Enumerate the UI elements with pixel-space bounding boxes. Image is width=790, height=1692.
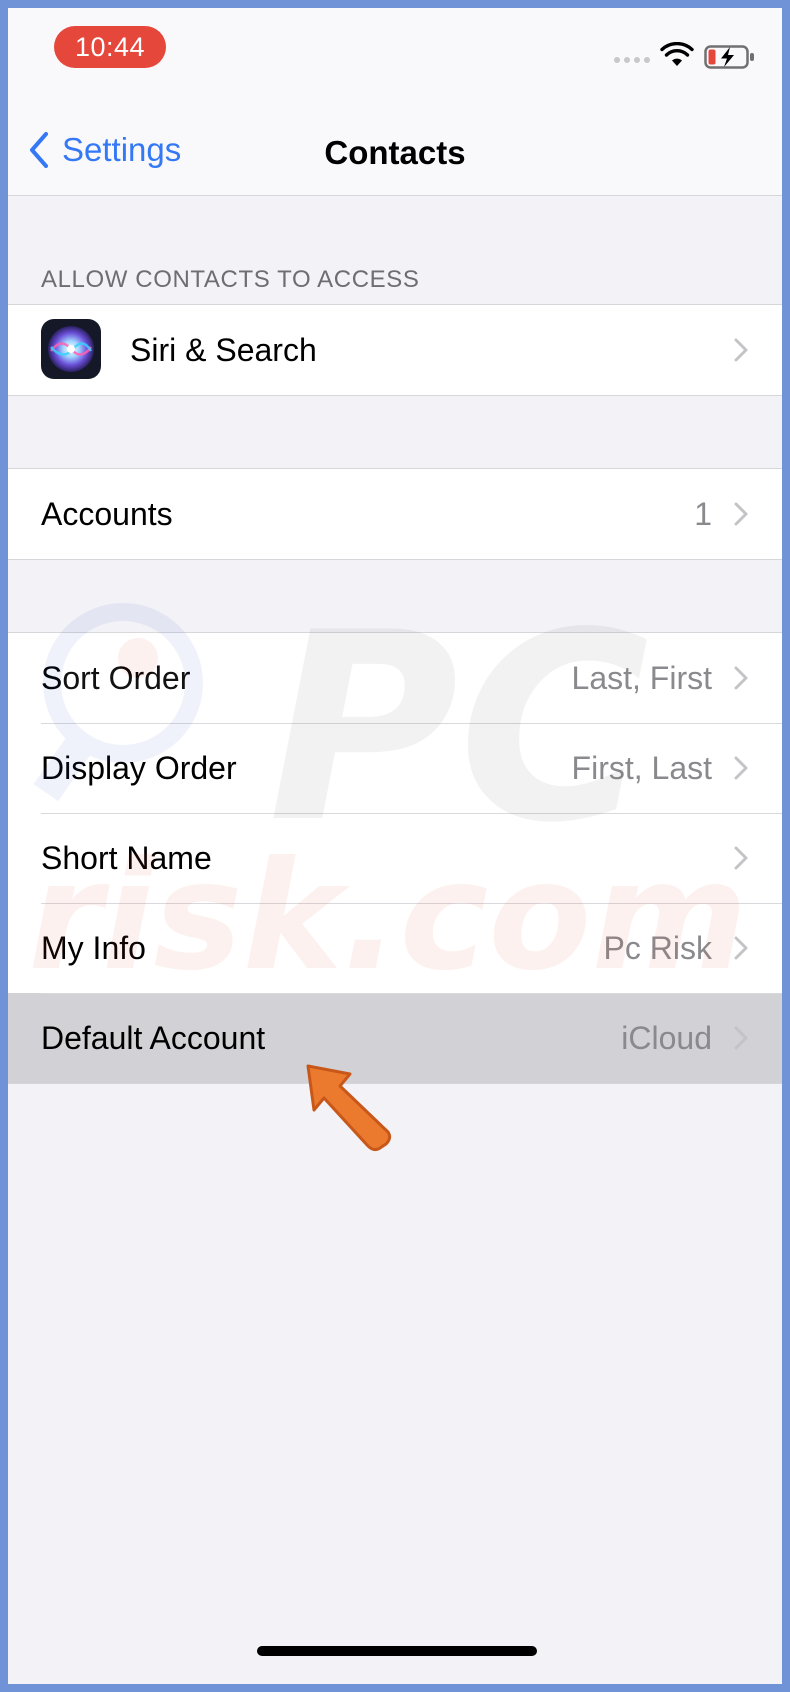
section-header-allow-access: ALLOW CONTACTS TO ACCESS: [41, 266, 420, 293]
default-account-value: iCloud: [621, 1019, 712, 1056]
status-bar: 10:44: [8, 8, 782, 108]
my-info-value: Pc Risk: [603, 929, 712, 966]
chevron-right-icon: [734, 338, 748, 362]
contacts-settings-screen: 10:44 Settings Contacts ALLOW CONTACTS T…: [8, 8, 782, 1684]
display-order-value: First, Last: [571, 749, 712, 786]
wifi-icon: [660, 42, 694, 66]
home-indicator[interactable]: [257, 1646, 537, 1656]
status-time: 10:44: [54, 26, 166, 68]
chevron-right-icon: [734, 846, 748, 870]
short-name-label: Short Name: [41, 839, 212, 876]
sort-order-label: Sort Order: [41, 659, 191, 696]
sort-order-value: Last, First: [571, 659, 712, 696]
chevron-right-icon: [734, 1026, 748, 1050]
display-order-label: Display Order: [41, 749, 237, 786]
chevron-right-icon: [734, 502, 748, 526]
chevron-right-icon: [734, 756, 748, 780]
display-order-row[interactable]: Display Order First, Last: [8, 723, 782, 813]
battery-charging-icon: [704, 45, 754, 69]
accounts-count: 1: [694, 495, 712, 532]
access-group: Siri & Search: [8, 304, 782, 396]
sort-order-row[interactable]: Sort Order Last, First: [8, 633, 782, 723]
accounts-label: Accounts: [41, 495, 173, 532]
siri-search-label: Siri & Search: [130, 331, 317, 368]
chevron-right-icon: [734, 936, 748, 960]
my-info-row[interactable]: My Info Pc Risk: [8, 903, 782, 993]
siri-search-row[interactable]: Siri & Search: [8, 305, 782, 395]
page-title: Contacts: [324, 134, 466, 171]
my-info-label: My Info: [41, 929, 146, 966]
display-settings-group: Sort Order Last, First Display Order Fir…: [8, 632, 782, 1084]
accounts-row[interactable]: Accounts 1: [8, 469, 782, 559]
siri-icon: [41, 319, 101, 379]
short-name-row[interactable]: Short Name: [8, 813, 782, 903]
navigation-bar: Settings Contacts: [8, 108, 782, 196]
chevron-right-icon: [734, 666, 748, 690]
annotation-arrow-icon: [306, 1064, 392, 1152]
default-account-label: Default Account: [41, 1019, 266, 1056]
cellular-signal-icon: [614, 57, 650, 63]
accounts-group: Accounts 1: [8, 468, 782, 560]
